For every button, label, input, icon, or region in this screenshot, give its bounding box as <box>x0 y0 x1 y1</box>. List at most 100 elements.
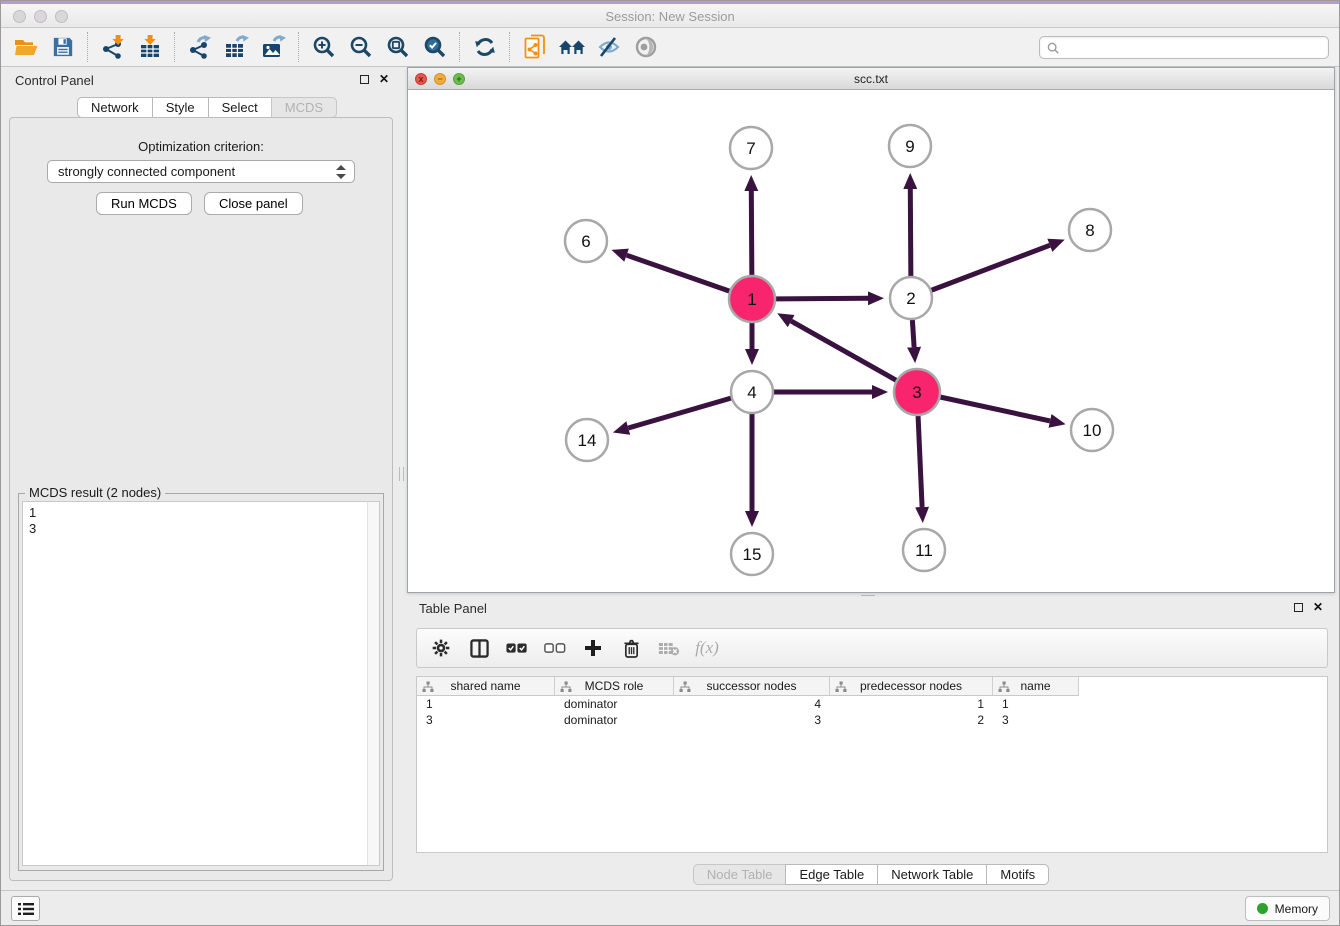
column-type-icon <box>835 681 847 693</box>
control-panel-tabs: Network Style Select MCDS <box>77 97 337 118</box>
table-tabs: Node Table Edge Table Network Table Moti… <box>407 864 1335 885</box>
create-column-button[interactable] <box>577 633 609 663</box>
column-type-icon <box>560 681 572 693</box>
mcds-result-title: MCDS result (2 nodes) <box>25 485 165 500</box>
table-cell[interactable]: 3 <box>417 712 555 728</box>
select-all-columns-button[interactable] <box>501 633 533 663</box>
svg-text:2: 2 <box>906 289 915 308</box>
table-cell[interactable]: 1 <box>830 696 993 712</box>
float-panel-icon[interactable] <box>360 75 369 84</box>
graph-node-10[interactable]: 10 <box>1071 409 1113 451</box>
tab-mcds[interactable]: MCDS <box>271 97 337 118</box>
svg-text:14: 14 <box>578 431 597 450</box>
zoom-fit-icon <box>386 35 410 59</box>
table-body: 1dominator4113dominator323 <box>417 696 1327 728</box>
mcds-result-text: 1 3 <box>29 505 36 537</box>
columns-icon <box>470 639 489 658</box>
graph-node-8[interactable]: 8 <box>1069 209 1111 251</box>
network-graph[interactable]: 1 2 3 4 6 7 8 9 10 11 14 15 <box>408 90 1334 592</box>
zoom-in-icon <box>312 35 336 59</box>
zoom-selected-button[interactable] <box>416 30 453 64</box>
close-panel-icon[interactable]: ✕ <box>379 75 389 84</box>
mcds-result-area[interactable]: 1 3 <box>22 501 380 866</box>
tab-style[interactable]: Style <box>152 97 209 118</box>
table-row[interactable]: 3dominator323 <box>417 712 1327 728</box>
search-field[interactable] <box>1039 36 1329 59</box>
table-cell[interactable]: 3 <box>674 712 830 728</box>
show-graphics-details-button[interactable] <box>627 30 664 64</box>
trash-icon <box>623 639 640 658</box>
save-session-button[interactable] <box>44 30 81 64</box>
graph-node-15[interactable]: 15 <box>731 533 773 575</box>
tab-network[interactable]: Network <box>77 97 153 118</box>
new-network-button[interactable] <box>516 30 553 64</box>
zoom-out-button[interactable] <box>342 30 379 64</box>
graph-edge-2-8[interactable] <box>911 245 1050 298</box>
graph-node-9[interactable]: 9 <box>889 125 931 167</box>
column-header-predecessor-nodes[interactable]: predecessor nodes <box>830 677 993 696</box>
zoom-fit-button[interactable] <box>379 30 416 64</box>
column-header-successor-nodes[interactable]: successor nodes <box>674 677 830 696</box>
export-network-button[interactable] <box>181 30 218 64</box>
svg-text:8: 8 <box>1085 221 1094 240</box>
delete-column-button[interactable] <box>615 633 647 663</box>
svg-text:11: 11 <box>915 541 933 560</box>
svg-text:4: 4 <box>747 383 756 402</box>
search-icon <box>1047 42 1059 54</box>
refresh-icon <box>473 35 497 59</box>
vertical-splitter-handle[interactable] <box>399 467 404 481</box>
function-builder-button[interactable]: f(x) <box>691 633 723 663</box>
table-cell[interactable]: 2 <box>830 712 993 728</box>
tab-motifs[interactable]: Motifs <box>986 864 1049 885</box>
toolbar-separator <box>509 32 510 62</box>
graph-node-6[interactable]: 6 <box>565 220 607 262</box>
graph-node-4[interactable]: 4 <box>731 371 773 413</box>
refresh-layout-button[interactable] <box>466 30 503 64</box>
zoom-in-button[interactable] <box>305 30 342 64</box>
graph-node-3[interactable]: 3 <box>894 369 940 415</box>
show-task-history-button[interactable] <box>11 896 40 921</box>
unselect-all-columns-button[interactable] <box>539 633 571 663</box>
search-input[interactable] <box>1064 41 1321 55</box>
close-panel-button[interactable]: Close panel <box>204 192 303 215</box>
column-header-name[interactable]: name <box>993 677 1079 696</box>
network-view-window: x − + scc.txt 1 2 3 4 6 7 8 9 10 11 14 15 <box>407 67 1335 593</box>
table-cell[interactable]: 1 <box>993 696 1079 712</box>
table-row[interactable]: 1dominator411 <box>417 696 1327 712</box>
graph-node-1[interactable]: 1 <box>729 276 775 322</box>
table-settings-button[interactable] <box>425 633 457 663</box>
tab-select[interactable]: Select <box>208 97 272 118</box>
table-cell[interactable]: dominator <box>555 712 674 728</box>
export-image-button[interactable] <box>255 30 292 64</box>
import-table-button[interactable] <box>131 30 168 64</box>
column-header-shared-name[interactable]: shared name <box>417 677 555 696</box>
close-table-panel-icon[interactable]: ✕ <box>1313 603 1323 612</box>
result-scrollbar[interactable] <box>367 502 379 865</box>
select-stepper-icon <box>336 165 346 179</box>
table-cell[interactable]: 3 <box>993 712 1079 728</box>
memory-button[interactable]: Memory <box>1245 896 1330 921</box>
network-window-titlebar[interactable]: x − + scc.txt <box>408 68 1334 90</box>
graph-node-11[interactable]: 11 <box>903 529 945 571</box>
show-columns-button[interactable] <box>463 633 495 663</box>
table-cell[interactable]: dominator <box>555 696 674 712</box>
open-session-button[interactable] <box>7 30 44 64</box>
column-header-MCDS-role[interactable]: MCDS role <box>555 677 674 696</box>
graph-node-2[interactable]: 2 <box>890 277 932 319</box>
table-cell[interactable]: 1 <box>417 696 555 712</box>
tab-edge-table[interactable]: Edge Table <box>785 864 878 885</box>
export-table-button[interactable] <box>218 30 255 64</box>
hide-graphics-details-button[interactable] <box>590 30 627 64</box>
optimization-criterion-select[interactable]: strongly connected component <box>47 160 355 183</box>
graph-node-14[interactable]: 14 <box>566 419 608 461</box>
import-network-button[interactable] <box>94 30 131 64</box>
float-table-panel-icon[interactable] <box>1294 603 1303 612</box>
tab-network-table[interactable]: Network Table <box>877 864 987 885</box>
plus-icon <box>584 639 602 657</box>
run-mcds-button[interactable]: Run MCDS <box>96 192 192 215</box>
delete-table-button[interactable] <box>653 633 685 663</box>
table-cell[interactable]: 4 <box>674 696 830 712</box>
tab-node-table[interactable]: Node Table <box>693 864 787 885</box>
graph-node-7[interactable]: 7 <box>730 127 772 169</box>
home-view-button[interactable] <box>553 30 590 64</box>
